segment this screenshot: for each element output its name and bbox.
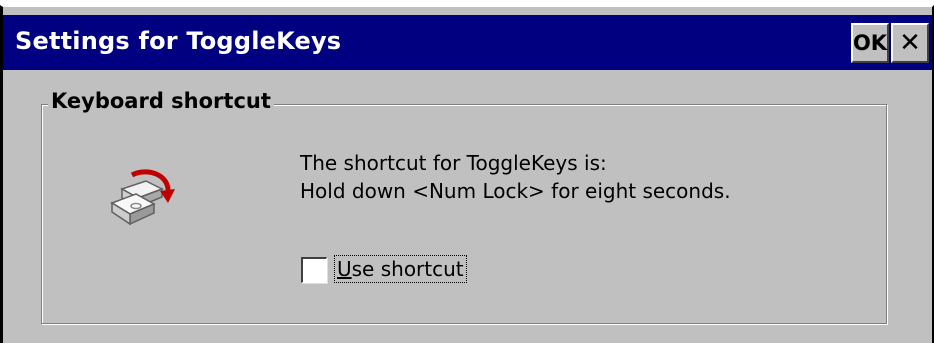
group-label: Keyboard shortcut: [48, 89, 274, 113]
use-shortcut-checkbox[interactable]: [301, 257, 327, 283]
use-shortcut-label[interactable]: Use shortcut: [334, 255, 467, 283]
shortcut-description-line1: The shortcut for ToggleKeys is:: [300, 151, 607, 175]
use-shortcut-label-rest: se shortcut: [351, 257, 464, 281]
use-shortcut-mnemonic: U: [337, 257, 352, 281]
keyboard-shortcut-group: Keyboard shortcut The shortcut for Toggl…: [41, 89, 887, 324]
ok-button[interactable]: OK: [851, 23, 889, 63]
close-icon: ✕: [899, 28, 921, 58]
shortcut-description-line2: Hold down <Num Lock> for eight seconds.: [300, 179, 731, 203]
title-bar: Settings for ToggleKeys OK ✕: [3, 15, 932, 70]
window-title: Settings for ToggleKeys: [15, 27, 342, 55]
close-button[interactable]: ✕: [891, 23, 929, 63]
dialog-window: Settings for ToggleKeys OK ✕ Keyboard sh…: [0, 5, 934, 343]
togglekeys-icon: [110, 169, 175, 226]
